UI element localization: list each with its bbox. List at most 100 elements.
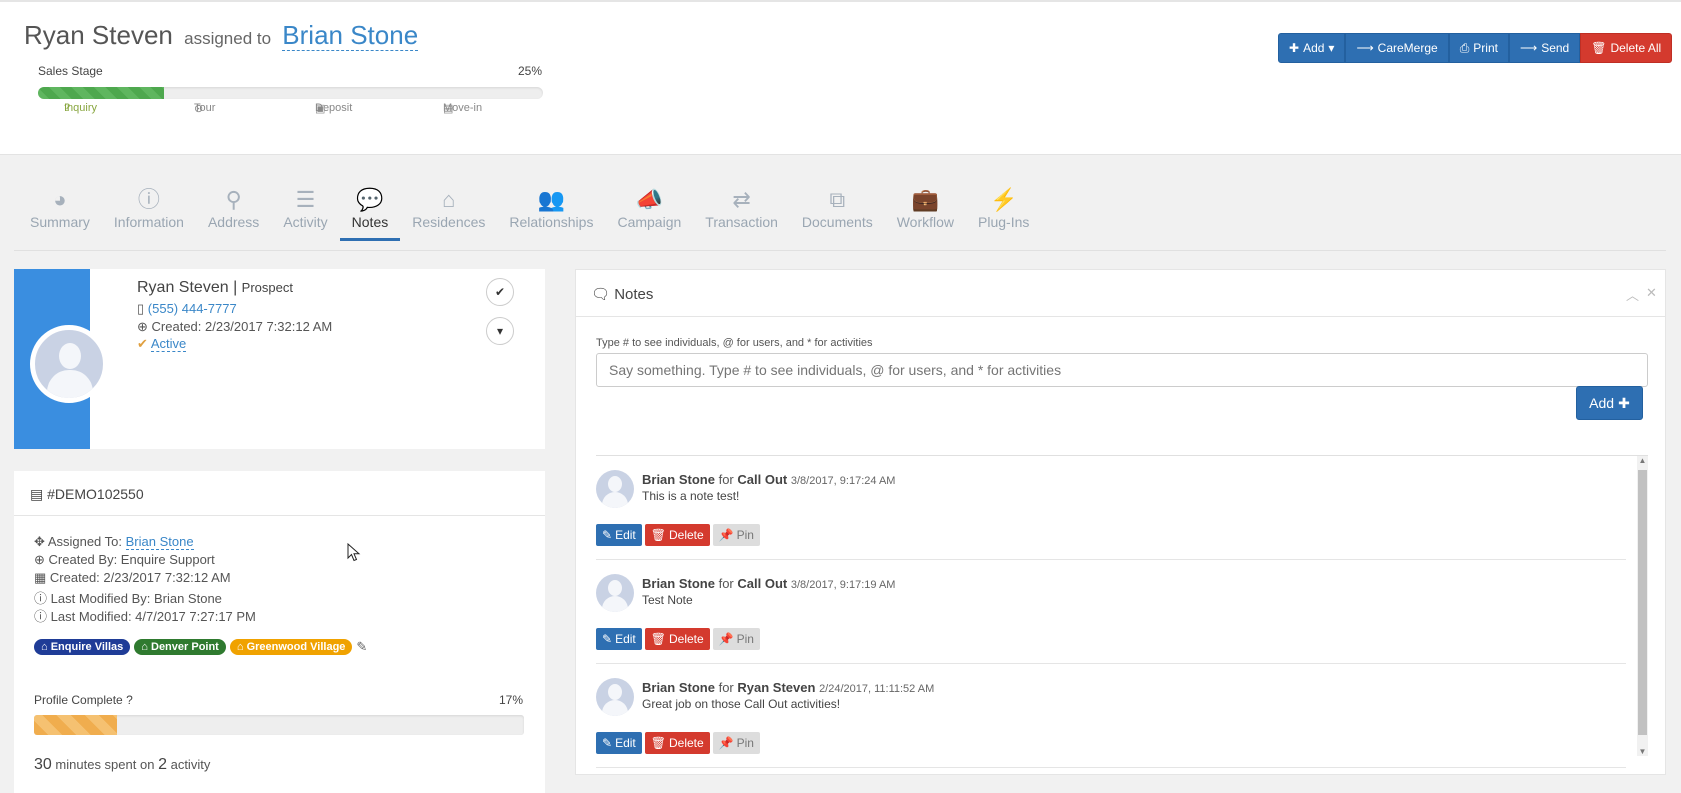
add-note-button[interactable]: Add ✚ xyxy=(1576,386,1643,420)
avatar xyxy=(596,574,634,612)
scroll-down-icon[interactable]: ▼ xyxy=(1637,747,1648,756)
profile-created-line: ⊕ Created: 2/23/2017 7:32:12 AM xyxy=(137,319,332,335)
note-hint: Type # to see individuals, @ for users, … xyxy=(596,337,873,349)
home-icon: ⌂ xyxy=(442,187,456,212)
note-meta: Brian Stone for Ryan Steven 2/24/2017, 1… xyxy=(642,680,935,695)
avatar xyxy=(30,325,108,403)
question-circle-icon[interactable]: ? xyxy=(126,693,133,707)
home-icon: ⌂ xyxy=(141,641,148,653)
edit-note-button[interactable]: ✎ Edit xyxy=(596,524,642,546)
profile-phone-link[interactable]: (555) 444-7777 xyxy=(148,301,237,316)
home-icon: ⌂ xyxy=(236,641,244,653)
calendar-icon: ▦ xyxy=(34,570,47,585)
tab-documents[interactable]: ⧉ Documents xyxy=(790,186,885,241)
profile-type: Prospect xyxy=(241,280,293,295)
profile-name: Ryan Steven xyxy=(137,279,229,296)
tab-information[interactable]: ⓘ Information xyxy=(102,186,196,241)
tab-workflow[interactable]: 💼 Workflow xyxy=(885,186,966,241)
trash-icon: 🗑 xyxy=(650,632,666,646)
crosshairs-icon: ✥ xyxy=(34,534,45,549)
note-input[interactable] xyxy=(596,353,1648,387)
pin-note-button[interactable]: 📌 Pin xyxy=(712,628,760,650)
tab-notes[interactable]: 💬 Notes xyxy=(339,186,401,241)
tab-address[interactable]: ⚲ Address xyxy=(196,186,271,241)
briefcase-icon: 💼 xyxy=(911,187,940,212)
info-icon: ⓘ xyxy=(137,187,160,212)
assigned-to-link[interactable]: Brian Stone xyxy=(125,534,194,550)
collapse-icon[interactable]: ︿ xyxy=(1626,285,1639,304)
delete-all-button[interactable]: 🗑 Delete All xyxy=(1580,33,1673,63)
last-modified-line: ⓘ Last Modified: 4/7/2017 7:27:17 PM xyxy=(34,609,256,624)
home-icon: ⌂ xyxy=(41,641,48,653)
notes-panel: 🗨 Notes ︿ ✕ Type # to see individuals, @… xyxy=(575,269,1666,775)
tab-summary[interactable]: ◕ Summary xyxy=(18,186,102,241)
scroll-up-icon[interactable]: ▲ xyxy=(1637,456,1648,465)
scrollbar-thumb[interactable] xyxy=(1638,470,1647,735)
profile-status-link[interactable]: Active xyxy=(150,336,187,352)
info-icon: ⓘ xyxy=(34,609,48,624)
delete-note-button[interactable]: 🗑 Delete xyxy=(644,628,710,650)
profile-complete-percent: 17% xyxy=(499,693,524,707)
detail-header: ▤ #DEMO102550 xyxy=(14,471,545,516)
print-button[interactable]: ⎙ Print xyxy=(1448,33,1509,63)
profile-options-button[interactable]: ▾ xyxy=(486,317,514,345)
tag-enquire-villas[interactable]: ⌂ Enquire Villas xyxy=(34,639,131,655)
edit-note-button[interactable]: ✎ Edit xyxy=(596,732,642,754)
tabs-divider xyxy=(14,250,1666,251)
add-dropdown-button[interactable]: ✚ Add ▾ xyxy=(1278,33,1346,63)
note-timestamp: 3/8/2017, 9:17:19 AM xyxy=(790,579,896,591)
tab-activity[interactable]: ☰ Activity xyxy=(271,186,339,241)
note-actions: ✎ Edit 🗑 Delete 📌 Pin xyxy=(596,732,760,754)
created-by-line: ⊕ Created By: Enquire Support xyxy=(34,552,215,567)
mobile-phone-icon: ▯ xyxy=(137,301,145,316)
pin-note-button[interactable]: 📌 Pin xyxy=(712,524,760,546)
trash-icon: 🗑 xyxy=(1591,41,1607,55)
profile-complete-progress xyxy=(34,715,524,735)
trash-icon: 🗑 xyxy=(650,528,666,542)
page-header: Ryan Steven assigned to Brian Stone Sale… xyxy=(0,0,1681,155)
delete-note-button[interactable]: 🗑 Delete xyxy=(644,732,710,754)
dashboard-icon: ◕ xyxy=(53,187,67,212)
complete-check-button[interactable]: ✔ xyxy=(486,278,514,306)
profile-separator: | xyxy=(233,279,238,296)
comments-icon: 🗨 xyxy=(591,286,611,303)
delete-note-button[interactable]: 🗑 Delete xyxy=(644,524,710,546)
note-text: This is a note test! xyxy=(642,489,740,503)
tag-greenwood-village[interactable]: ⌂ Greenwood Village xyxy=(229,639,353,655)
notes-header: 🗨 Notes xyxy=(576,270,1665,317)
tag-denver-point[interactable]: ⌂ Denver Point xyxy=(134,639,226,655)
tab-transaction[interactable]: ⇄ Transaction xyxy=(693,186,790,241)
tab-residences[interactable]: ⌂ Residences xyxy=(400,186,497,241)
files-icon: ⧉ xyxy=(829,187,846,212)
edit-note-button[interactable]: ✎ Edit xyxy=(596,628,642,650)
caremerge-button[interactable]: ⟶ CareMerge xyxy=(1345,33,1449,63)
page-title: Ryan Steven assigned to Brian Stone xyxy=(24,20,419,51)
map-marker-icon: ⚲ xyxy=(225,187,242,212)
tab-relationships[interactable]: 👥 Relationships xyxy=(497,186,605,241)
profile-created: Created: 2/23/2017 7:32:12 AM xyxy=(151,319,333,334)
caret-down-icon: ▾ xyxy=(496,324,504,338)
tab-plug-ins[interactable]: ⚡ Plug-Ins xyxy=(966,186,1041,241)
server-icon: ☰ xyxy=(295,187,316,212)
profile-name-line: Ryan Steven | Prospect xyxy=(137,279,293,297)
note-actions: ✎ Edit 🗑 Delete 📌 Pin xyxy=(596,524,760,546)
notes-scrollbar[interactable]: ▲ ▼ xyxy=(1637,456,1648,756)
note-meta: Brian Stone for Call Out 3/8/2017, 9:17:… xyxy=(642,576,896,591)
arrow-right-icon: ⟶ xyxy=(1356,41,1374,55)
assignee-link[interactable]: Brian Stone xyxy=(282,20,419,51)
close-icon[interactable]: ✕ xyxy=(1646,285,1657,301)
created-line: ▦ Created: 2/23/2017 7:32:12 AM xyxy=(34,570,231,585)
tab-campaign[interactable]: 📣 Campaign xyxy=(605,186,693,241)
pencil-icon[interactable]: ✎ xyxy=(356,639,367,655)
note-author: Brian Stone xyxy=(642,576,715,591)
note-item: Brian Stone for Call Out 3/8/2017, 9:17:… xyxy=(596,560,1626,664)
pin-note-button[interactable]: 📌 Pin xyxy=(712,732,760,754)
sales-stage-percent: 25% xyxy=(518,64,543,78)
send-button[interactable]: ⟶ Send xyxy=(1508,33,1581,63)
sales-stage-progress xyxy=(38,87,543,99)
note-actions: ✎ Edit 🗑 Delete 📌 Pin xyxy=(596,628,760,650)
minutes-value: 30 xyxy=(34,756,52,773)
print-icon: ⎙ xyxy=(1459,40,1470,55)
profile-status-line: ✔ Active xyxy=(137,336,187,352)
assigned-to-text: assigned to xyxy=(184,29,272,48)
